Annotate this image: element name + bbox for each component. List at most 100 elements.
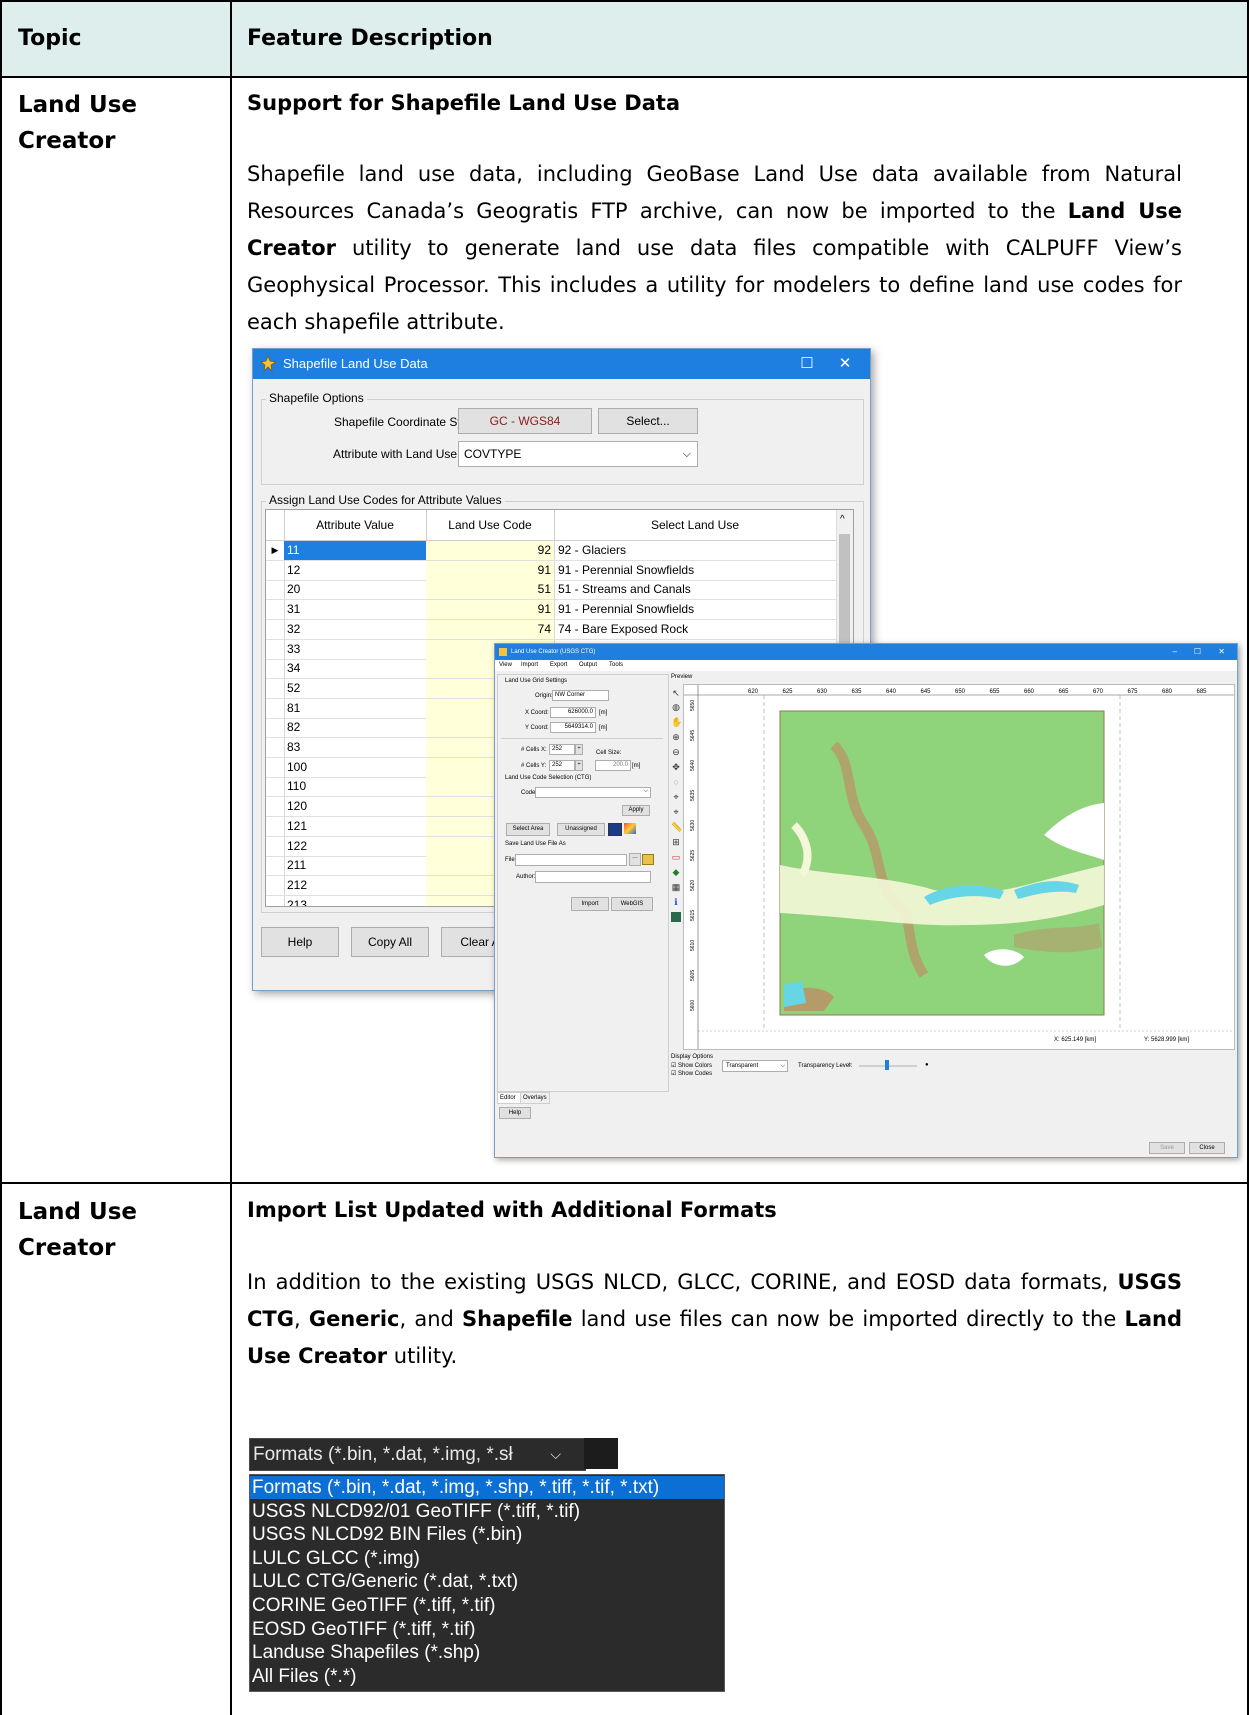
cellsy-input[interactable]: 252	[549, 760, 575, 771]
pan-hand-icon[interactable]: ✋	[671, 717, 682, 727]
cell-select-land-use[interactable]: 74 - Bare Exposed Rock	[554, 620, 836, 639]
cell-attribute-value[interactable]: 212	[284, 875, 427, 895]
luc-titlebar[interactable]: Land Use Creator (USGS CTG) – ☐ ✕	[495, 644, 1237, 660]
format-option[interactable]: USGS NLCD92 BIN Files (*.bin)	[250, 1523, 522, 1546]
luc-close-icon[interactable]: ✕	[1218, 647, 1225, 656]
table-row[interactable]: 31 91 91 - Perennial Snowfields	[266, 600, 836, 621]
zoom-out-icon[interactable]: ⊖	[671, 747, 681, 757]
luc-minimize-icon[interactable]: –	[1173, 647, 1177, 656]
menu-view[interactable]: View	[499, 662, 512, 668]
luc-maximize-icon[interactable]: ☐	[1194, 647, 1201, 656]
tab-overlays[interactable]: Overlays	[520, 1092, 550, 1104]
cell-attribute-value[interactable]: 33	[284, 639, 427, 659]
pattern-icon[interactable]: ▦	[671, 882, 681, 892]
cell-select-land-use[interactable]: 92 - Glaciers	[554, 541, 836, 560]
col-land-use-code[interactable]: Land Use Code	[426, 510, 555, 540]
cell-attribute-value[interactable]: 100	[284, 757, 427, 777]
cell-select-land-use[interactable]: 91 - Perennial Snowfields	[554, 600, 836, 619]
file-input[interactable]	[515, 854, 627, 866]
cell-attribute-value[interactable]: 122	[284, 836, 427, 856]
format-option[interactable]: EOSD GeoTIFF (*.tiff, *.tif)	[250, 1618, 475, 1641]
select-region-icon[interactable]: ◍	[671, 702, 681, 712]
code-select[interactable]: ⌵	[535, 787, 651, 798]
format-option[interactable]: LULC GLCC (*.img)	[250, 1547, 420, 1570]
preview-map[interactable]: 620 625 630 635 640 645 650 655 660 665 670 675 680 6…	[683, 684, 1235, 1050]
luc-close-button[interactable]: Close	[1189, 1142, 1225, 1154]
cell-attribute-value[interactable]: 52	[284, 678, 427, 698]
cell-attribute-value[interactable]: 82	[284, 718, 427, 738]
landuse-map-icon[interactable]	[671, 912, 681, 922]
format-dropdown[interactable]: Formats (*.bin, *.dat, *.img, *.sł ⌵	[249, 1438, 586, 1471]
color-mode-select[interactable]: Transparent ⌵	[722, 1060, 788, 1072]
cell-attribute-value[interactable]: 32	[284, 619, 427, 639]
cell-attribute-value[interactable]: 211	[284, 856, 427, 876]
menu-export[interactable]: Export	[550, 662, 567, 668]
luc-help-button[interactable]: Help	[499, 1107, 531, 1119]
cell-land-use-code[interactable]: 91	[426, 600, 555, 620]
unassigned-button[interactable]: Unassigned	[557, 823, 605, 836]
show-colors-checkbox[interactable]: ☑ Show Colors	[671, 1062, 712, 1069]
format-option[interactable]: Landuse Shapefiles (*.shp)	[250, 1641, 480, 1664]
cell-attribute-value[interactable]: 11	[284, 541, 427, 560]
tab-editor[interactable]: Editor	[497, 1092, 521, 1104]
cell-attribute-value[interactable]: 12	[284, 560, 427, 580]
copy-all-button[interactable]: Copy All	[351, 927, 429, 957]
cellsx-input[interactable]: 252	[549, 744, 575, 755]
transparency-slider-thumb[interactable]	[885, 1060, 889, 1070]
folder-icon[interactable]	[642, 854, 654, 865]
cell-select-land-use[interactable]: 51 - Streams and Canals	[554, 580, 836, 599]
show-codes-checkbox[interactable]: ☑ Show Codes	[671, 1070, 712, 1077]
move-icon[interactable]: ✥	[671, 762, 681, 772]
ycoord-input[interactable]: 5649314.0	[550, 722, 596, 733]
paint-icon[interactable]	[624, 823, 636, 834]
close-icon[interactable]: ✕	[834, 353, 856, 375]
cell-attribute-value[interactable]: 81	[284, 698, 427, 718]
format-option[interactable]: LULC CTG/Generic (*.dat, *.txt)	[250, 1570, 518, 1593]
rectangle-icon[interactable]: ▭	[671, 852, 681, 862]
cell-attribute-value[interactable]: 34	[284, 659, 427, 679]
layers-icon[interactable]: ◆	[671, 867, 681, 877]
table-row[interactable]: 20 51 51 - Streams and Canals	[266, 580, 836, 601]
color-swatch-icon[interactable]	[608, 823, 622, 836]
maximize-icon[interactable]: ☐	[796, 353, 818, 375]
menu-tools[interactable]: Tools	[609, 662, 623, 668]
scroll-up-icon[interactable]: ^	[840, 514, 845, 525]
format-option[interactable]: USGS NLCD92/01 GeoTIFF (*.tiff, *.tif)	[250, 1500, 580, 1523]
origin-select[interactable]: NW Corner	[552, 690, 609, 701]
cell-land-use-code[interactable]: 51	[426, 580, 555, 600]
coord-system-display[interactable]: GC - WGS84	[458, 408, 592, 434]
cellsx-stepper[interactable]: ÷	[575, 744, 583, 755]
pointer-icon[interactable]: ↖	[671, 688, 681, 698]
format-option[interactable]: CORINE GeoTIFF (*.tiff, *.tif)	[250, 1594, 496, 1617]
grid-tool-icon[interactable]: ⊞	[671, 837, 681, 847]
cell-land-use-code[interactable]: 92	[426, 541, 555, 560]
attribute-select[interactable]: COVTYPE ⌵	[458, 441, 698, 467]
select-area-button[interactable]: Select Area	[506, 823, 550, 836]
cellsize-input[interactable]: 200.0	[595, 760, 631, 771]
format-option[interactable]: Formats (*.bin, *.dat, *.img, *.shp, *.t…	[250, 1476, 724, 1499]
table-row[interactable]: 32 74 74 - Bare Exposed Rock	[266, 619, 836, 640]
table-row[interactable]: 12 91 91 - Perennial Snowfields	[266, 560, 836, 581]
cell-attribute-value[interactable]: 120	[284, 797, 427, 817]
cell-attribute-value[interactable]: 20	[284, 580, 427, 600]
cell-attribute-value[interactable]: 31	[284, 600, 427, 620]
xcoord-input[interactable]: 626000.0	[550, 707, 596, 718]
import-button[interactable]: Import	[571, 897, 609, 911]
info-icon[interactable]: ℹ	[671, 897, 681, 907]
circle-icon[interactable]: ○	[671, 777, 681, 787]
cell-attribute-value[interactable]: 213	[284, 895, 427, 906]
format-option[interactable]: All Files (*.*)	[250, 1665, 357, 1688]
cell-select-land-use[interactable]: 91 - Perennial Snowfields	[554, 561, 836, 580]
table-row[interactable]: ▶ 11 92 92 - Glaciers	[266, 541, 836, 561]
menu-import[interactable]: Import	[521, 662, 538, 668]
menu-output[interactable]: Output	[579, 662, 597, 668]
select-coord-button[interactable]: Select...	[598, 408, 698, 434]
browse-file-button[interactable]: …	[629, 853, 641, 866]
col-attribute-value[interactable]: Attribute Value	[284, 510, 427, 540]
cell-land-use-code[interactable]: 91	[426, 560, 555, 580]
crosshair-icon[interactable]: ⌖	[671, 792, 681, 802]
cellsy-stepper[interactable]: ÷	[575, 760, 583, 771]
ruler-icon[interactable]: 📏	[671, 822, 682, 832]
webgis-button[interactable]: WebGIS	[611, 897, 653, 911]
cell-land-use-code[interactable]: 74	[426, 619, 555, 639]
